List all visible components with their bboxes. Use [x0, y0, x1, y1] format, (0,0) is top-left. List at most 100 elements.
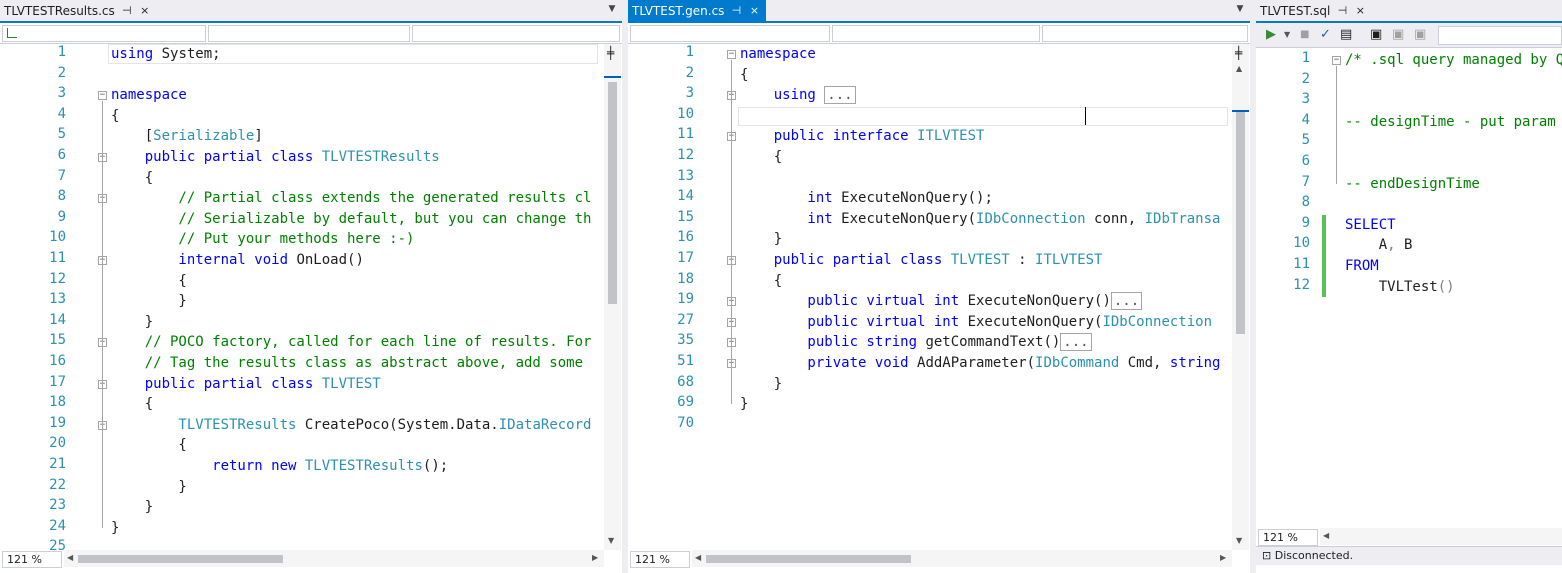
horizontal-scrollbar[interactable]: ◀ ▶: [64, 550, 604, 567]
code-token: }: [111, 293, 187, 310]
code-line: public virtual int ExecuteNonQuery(IDbCo…: [740, 312, 1212, 332]
navigation-bar: [0, 23, 622, 44]
line-number: 12: [49, 270, 66, 287]
code-line: {: [111, 271, 186, 291]
tab-list-dropdown-icon[interactable]: ▼: [606, 4, 618, 18]
navigation-bar: [628, 23, 1250, 44]
scroll-left-icon[interactable]: ◀: [695, 553, 701, 562]
type-dropdown[interactable]: [832, 25, 1040, 42]
member-dropdown[interactable]: [1042, 25, 1248, 42]
vertical-scroll-thumb[interactable]: [1236, 112, 1245, 334]
code-line: {: [740, 147, 782, 167]
collapse-icon[interactable]: −: [98, 91, 107, 101]
connect-icon[interactable]: ▣: [1370, 27, 1382, 43]
code-token: ,: [1387, 237, 1396, 254]
line-number: 8: [57, 188, 66, 205]
scroll-down-icon[interactable]: ▼: [608, 536, 614, 545]
vertical-scrollbar[interactable]: ╪ ▼: [604, 44, 621, 550]
code-editor[interactable]: 1 using System; 2 3 namespace 4{5 [Serializab…: [0, 44, 604, 554]
collapsed-region[interactable]: ...: [1110, 292, 1143, 311]
code-token: {: [111, 437, 187, 454]
code-token: // Serializable by default, but you can …: [111, 210, 592, 227]
code-token: TLVTESTResults: [321, 149, 440, 165]
code-line: [Serializable]: [111, 126, 263, 146]
code-token: TLVTEST: [950, 252, 1019, 268]
code-line: {: [111, 435, 187, 455]
code-line: {: [740, 65, 748, 85]
code-token: CreatePoco(System.Data.: [304, 416, 499, 433]
parse-icon[interactable]: ✓: [1320, 27, 1331, 43]
member-dropdown[interactable]: [412, 25, 620, 42]
connection-plug-icon: ⊡: [1262, 549, 1275, 562]
code-line: // Serializable by default, but you can …: [111, 209, 591, 229]
line-number: 17: [49, 373, 66, 390]
collapsed-region[interactable]: ...: [1060, 333, 1092, 352]
zoom-level[interactable]: 121 %: [1258, 529, 1318, 546]
horizontal-scroll-thumb[interactable]: [78, 555, 283, 563]
line-number: 1: [1301, 50, 1310, 66]
fold-guide: [102, 430, 103, 487]
execute-dropdown-icon[interactable]: ▼: [1284, 27, 1290, 43]
close-icon[interactable]: ×: [139, 4, 151, 17]
line-number: 19: [49, 414, 66, 431]
project-dropdown[interactable]: [2, 25, 206, 42]
results-icon[interactable]: ▤: [1340, 27, 1352, 43]
close-icon[interactable]: ×: [748, 4, 760, 17]
line-number: 12: [1293, 276, 1310, 293]
pin-icon[interactable]: ⊣: [121, 4, 133, 17]
code-token: {: [111, 396, 154, 413]
pin-icon[interactable]: ⊣: [1336, 4, 1348, 17]
code-token: OnLoad(): [296, 252, 364, 268]
horizontal-scrollbar[interactable]: ◀ ▶: [692, 550, 1232, 567]
tab-tlvtest-sql[interactable]: TLVTEST.sql ⊣ ×: [1256, 0, 1372, 21]
scroll-left-icon[interactable]: ◀: [67, 553, 73, 562]
vertical-scrollbar[interactable]: ╪ ▲ ▼: [1232, 44, 1249, 550]
type-dropdown[interactable]: [208, 25, 410, 42]
code-line: -- designTime - put param: [1345, 112, 1556, 132]
tab-tlvtestresults-cs[interactable]: TLVTESTResults.cs ⊣ ×: [0, 0, 157, 21]
fold-guide: [102, 266, 103, 302]
code-editor[interactable]: 1 /* .sql query managed by Q 2 3 4 -- designT…: [1256, 48, 1562, 528]
database-dropdown[interactable]: [1438, 26, 1562, 45]
scroll-down-icon[interactable]: ▼: [1236, 536, 1242, 545]
code-line: // POCO factory, called for each line of…: [111, 332, 592, 352]
code-line: -- endDesignTime: [1345, 174, 1480, 194]
zoom-level[interactable]: 121 %: [630, 551, 690, 568]
collapse-icon[interactable]: −: [1332, 56, 1341, 65]
code-token: public partial class: [740, 252, 951, 268]
code-token: ITLVTEST: [1035, 252, 1103, 268]
horizontal-scroll-thumb[interactable]: [706, 555, 911, 563]
code-token: IDbCommand: [1035, 355, 1128, 371]
change-connection-icon[interactable]: ▣: [1414, 27, 1426, 43]
code-token: public partial class: [111, 375, 322, 392]
close-icon[interactable]: ×: [1354, 4, 1366, 17]
pin-icon[interactable]: ⊣: [730, 4, 742, 17]
vertical-scroll-thumb[interactable]: [608, 82, 617, 304]
tab-tlvtest-gen-cs[interactable]: TLVTEST.gen.cs ⊣ ×: [628, 0, 767, 21]
split-icon[interactable]: ╪: [607, 46, 614, 60]
disconnect-icon[interactable]: ▣: [1392, 27, 1404, 43]
connection-status: ⊡ Disconnected.: [1256, 546, 1562, 565]
execute-icon[interactable]: ▶: [1266, 27, 1276, 43]
scroll-right-icon[interactable]: ▶: [592, 553, 598, 562]
code-line: FROM: [1345, 256, 1379, 276]
line-number: 2: [685, 64, 694, 81]
code-token: // POCO factory, called for each line of…: [111, 334, 592, 351]
tab-list-dropdown-icon[interactable]: ▼: [1234, 4, 1246, 18]
zoom-level[interactable]: 121 %: [2, 551, 62, 568]
collapse-icon[interactable]: −: [727, 50, 736, 59]
code-token: {: [111, 107, 120, 124]
line-number: 27: [677, 311, 694, 328]
collapsed-region[interactable]: ...: [824, 86, 856, 105]
scroll-left-icon[interactable]: ◀: [1323, 531, 1329, 540]
scroll-right-icon[interactable]: ▶: [1220, 553, 1226, 562]
editor-pane-results: TLVTESTResults.cs ⊣ × ▼ 1 using System; 2 3…: [0, 0, 622, 573]
scroll-up-icon[interactable]: ▲: [1236, 64, 1242, 73]
line-number: 4: [1301, 111, 1310, 128]
code-token: {: [111, 169, 154, 186]
stop-icon[interactable]: ■: [1300, 27, 1309, 43]
split-icon[interactable]: ╪: [1235, 46, 1242, 60]
project-dropdown[interactable]: [630, 25, 830, 42]
line-number: 18: [677, 270, 694, 287]
horizontal-scrollbar[interactable]: ◀: [1320, 528, 1562, 545]
